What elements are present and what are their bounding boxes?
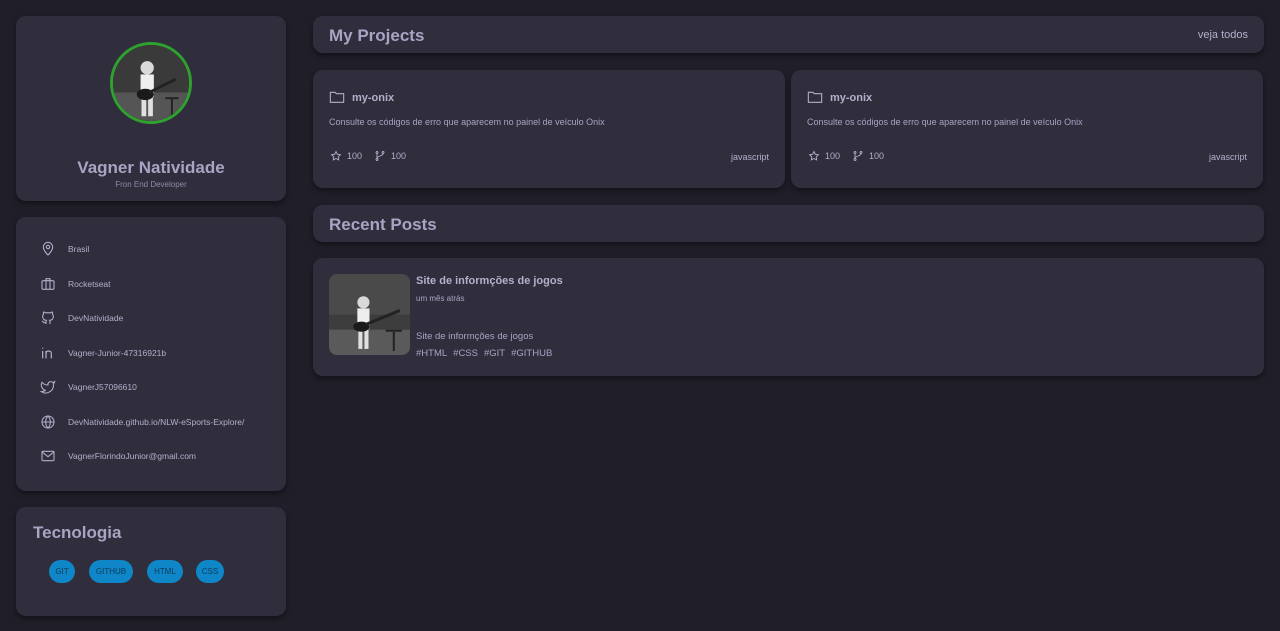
- fork-icon: [375, 151, 385, 161]
- project-stars-count: 100: [825, 151, 841, 161]
- projects-title: My Projects: [329, 26, 425, 45]
- contact-info-card: Brasil Rocketseat DevNatividade Vagner-J…: [16, 217, 286, 491]
- info-email[interactable]: VagnerFlorindoJunior@gmail.com: [40, 448, 196, 464]
- tech-tag-git: GIT: [49, 560, 75, 583]
- map-pin-icon: [40, 241, 56, 257]
- info-linkedin[interactable]: Vagner-Junior-47316921b: [40, 345, 166, 361]
- project-stars: 100: [330, 150, 362, 162]
- tech-tag-html: HTML: [147, 560, 183, 583]
- post-tags: #HTML #CSS #GIT #GITHUB: [416, 348, 552, 359]
- project-forks-count: 100: [391, 151, 407, 161]
- post-title[interactable]: Site de informções de jogos: [416, 275, 563, 287]
- folder-icon: [329, 91, 345, 103]
- fork-icon: [853, 151, 863, 161]
- info-website[interactable]: DevNatividade.github.io/NLW-eSports-Expl…: [40, 414, 244, 430]
- tech-tag-github: GITHUB: [89, 560, 133, 583]
- project-stars: 100: [808, 150, 840, 162]
- post-tag: #GIT: [483, 348, 506, 359]
- info-email-label: VagnerFlorindoJunior@gmail.com: [68, 451, 196, 461]
- post-card[interactable]: Site de informções de jogos um mês atrás…: [313, 258, 1264, 376]
- technology-card: Tecnologia GIT GITHUB HTML CSS: [16, 507, 286, 616]
- profile-card: Vagner Natividade Fron End Developer: [16, 16, 286, 201]
- project-description: Consulte os códigos de erro que aparecem…: [329, 117, 605, 127]
- briefcase-icon: [40, 276, 56, 292]
- project-forks: 100: [374, 150, 406, 162]
- project-card[interactable]: my-onix Consulte os códigos de erro que …: [313, 70, 785, 188]
- info-location: Brasil: [40, 241, 89, 257]
- project-header: my-onix: [807, 89, 872, 104]
- star-icon: [808, 150, 820, 161]
- info-company-label: Rocketseat: [68, 279, 111, 289]
- avatar: [110, 42, 192, 124]
- project-name: my-onix: [830, 92, 873, 104]
- github-icon: [40, 310, 56, 326]
- project-card[interactable]: my-onix Consulte os códigos de erro que …: [791, 70, 1263, 188]
- globe-icon: [40, 414, 56, 430]
- post-tag: #HTML: [416, 348, 448, 359]
- project-language: javascript: [1208, 152, 1247, 162]
- project-description: Consulte os códigos de erro que aparecem…: [807, 117, 1083, 127]
- post-photo: [329, 274, 410, 355]
- project-stars-count: 100: [347, 151, 363, 161]
- tech-tag-css: CSS: [196, 560, 224, 583]
- project-name: my-onix: [352, 92, 395, 104]
- folder-icon: [807, 91, 823, 103]
- post-body: Site de informções de jogos: [416, 331, 534, 342]
- profile-name: Vagner Natividade: [77, 158, 225, 177]
- projects-header: My Projects veja todos: [313, 16, 1264, 53]
- view-all-link[interactable]: veja todos: [1198, 29, 1248, 41]
- star-icon: [330, 150, 342, 161]
- info-twitter-label: VagnerJ57096610: [68, 382, 137, 392]
- project-language: javascript: [730, 152, 769, 162]
- posts-title: Recent Posts: [329, 215, 437, 234]
- twitter-icon: [40, 379, 56, 395]
- info-website-label: DevNatividade.github.io/NLW-eSports-Expl…: [68, 417, 245, 427]
- avatar-photo: [113, 45, 189, 121]
- linkedin-icon: [40, 345, 56, 361]
- info-twitter[interactable]: VagnerJ57096610: [40, 379, 137, 395]
- project-forks: 100: [852, 150, 884, 162]
- posts-header: Recent Posts: [313, 205, 1264, 242]
- project-forks-count: 100: [869, 151, 885, 161]
- profile-role: Fron End Developer: [115, 180, 187, 189]
- info-github-label: DevNatividade: [68, 313, 124, 323]
- info-linkedin-label: Vagner-Junior-47316921b: [68, 348, 167, 358]
- info-company: Rocketseat: [40, 276, 111, 292]
- post-thumbnail: [329, 274, 410, 355]
- mail-icon: [40, 448, 56, 464]
- info-location-label: Brasil: [68, 244, 90, 254]
- technology-title: Tecnologia: [33, 523, 122, 542]
- post-tag: #GITHUB: [511, 348, 553, 359]
- info-github[interactable]: DevNatividade: [40, 310, 123, 326]
- post-timestamp: um mês atrás: [416, 294, 465, 303]
- post-tag: #CSS: [453, 348, 478, 359]
- project-header: my-onix: [329, 89, 394, 104]
